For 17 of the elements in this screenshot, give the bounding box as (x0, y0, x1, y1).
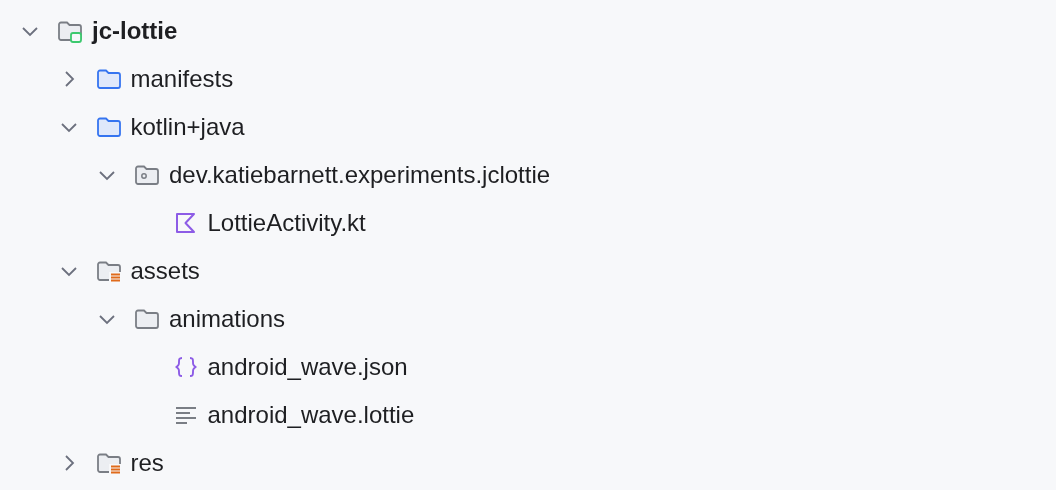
folder-icon (94, 115, 123, 139)
tree-item[interactable]: LottieActivity.kt (207, 209, 366, 237)
folder-icon (133, 307, 161, 331)
package-icon (133, 163, 161, 187)
tree-item[interactable]: assets (130, 257, 200, 285)
folder-icon (94, 67, 123, 91)
tree-item[interactable]: android_wave.lottie (207, 401, 415, 429)
folder-icon (94, 451, 123, 475)
tree-item[interactable]: android_wave.json (207, 353, 408, 381)
tree-item[interactable]: animations (169, 305, 286, 333)
tree-item[interactable]: res (130, 449, 164, 477)
tree-item[interactable]: dev.katiebarnett.experiments.jclottie (169, 161, 551, 189)
tree-item[interactable]: jc-lottie (92, 17, 178, 45)
tree-item[interactable]: manifests (130, 65, 234, 93)
folder-icon (56, 19, 84, 43)
folder-icon (94, 259, 123, 283)
tree-item[interactable]: kotlin+java (130, 113, 245, 141)
